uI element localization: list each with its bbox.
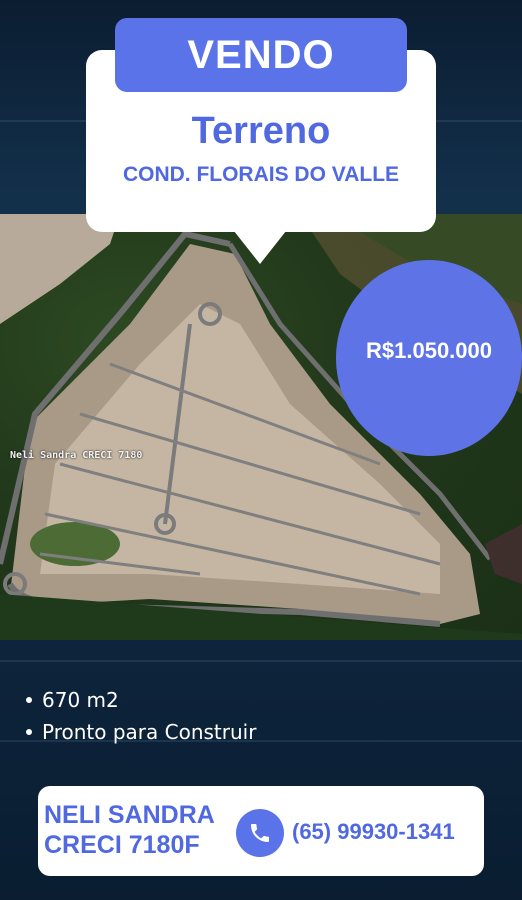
feature-area: 670 m2 [42, 688, 119, 712]
bullet-icon [26, 729, 32, 735]
vendo-banner: VENDO [115, 18, 407, 92]
title-card-pointer [230, 226, 290, 264]
property-type: Terreno [191, 110, 331, 152]
phone-number[interactable]: (65) 99930-1341 [292, 819, 455, 845]
feature-item: 670 m2 [26, 684, 256, 716]
price-label: R$1.050.000 [366, 338, 492, 363]
feature-status: Pronto para Construir [42, 720, 257, 744]
feature-item: Pronto para Construir [26, 716, 256, 748]
condominium-name: COND. FLORAIS DO VALLE [122, 163, 400, 186]
agent-info: NELI SANDRA CRECI 7180F [44, 800, 215, 860]
agent-creci: CRECI 7180F [44, 831, 200, 859]
feature-list: 670 m2 Pronto para Construir [26, 684, 256, 748]
background-stripe [0, 660, 522, 662]
bullet-icon [26, 697, 32, 703]
phone-icon[interactable] [236, 809, 284, 857]
map-watermark: Neli Sandra CRECI 7180 [10, 450, 143, 461]
agent-name: NELI SANDRA [44, 801, 215, 829]
phone-glyph-icon [251, 824, 269, 842]
